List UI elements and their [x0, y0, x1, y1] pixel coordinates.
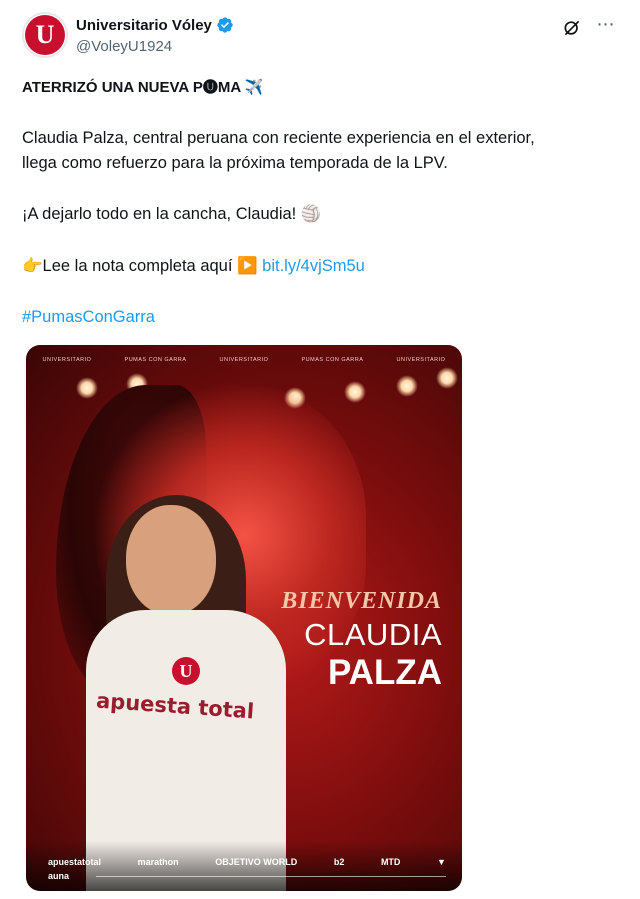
strip-item: PUMAS CON GARRA: [301, 357, 364, 363]
sponsor-logo: OBJETIVO WORLD: [215, 857, 298, 867]
stage-light: [76, 377, 98, 399]
footer-sponsor: auna: [48, 871, 70, 881]
note-prefix: 👉Lee la nota completa aquí ▶️: [22, 257, 258, 275]
stage-light: [344, 381, 366, 403]
universitario-logo: U: [25, 15, 65, 55]
avatar[interactable]: U: [22, 12, 68, 58]
tweet-header: U Universitario Vóley @VoleyU1924 ⋯: [22, 12, 618, 62]
club-crest-icon: ▼: [437, 857, 446, 867]
jersey-badge: U: [172, 657, 200, 685]
tweet-body-line-1: Claudia Palza, central peruana con recie…: [22, 129, 535, 147]
sponsor-logo: b2: [333, 857, 345, 867]
tweet-note-line: 👉Lee la nota completa aquí ▶️ bit.ly/4vj…: [22, 254, 365, 278]
more-icon[interactable]: ⋯: [594, 14, 618, 38]
strip-item: UNIVERSITARIO: [396, 357, 446, 363]
poster-top-strip: UNIVERSITARIO PUMAS CON GARRA UNIVERSITA…: [26, 357, 462, 363]
display-name[interactable]: Universitario Vóley: [76, 17, 212, 34]
welcome-block: BIENVENIDA CLAUDIA PALZA: [281, 588, 442, 693]
strip-item: UNIVERSITARIO: [42, 357, 92, 363]
footer-divider: [96, 876, 446, 877]
verified-badge-icon: [217, 17, 233, 33]
player-last-name: PALZA: [327, 653, 442, 692]
stage-light: [396, 375, 418, 397]
hashtag-link[interactable]: #PumasConGarra: [22, 305, 155, 329]
tweet-body-line-2: llega como refuerzo para la próxima temp…: [22, 154, 448, 172]
sponsor-logo: marathon: [137, 857, 179, 867]
sponsor-logo: apuestatotal: [48, 857, 102, 867]
tweet-headline: ATERRIZÓ UNA NUEVA P🅤MA ✈️: [22, 79, 264, 96]
player-face: [126, 505, 216, 615]
player-first-name: CLAUDIA: [304, 617, 442, 652]
strip-item: UNIVERSITARIO: [219, 357, 269, 363]
tweet-cheer: ¡A dejarlo todo en la cancha, Claudia! 🏐: [22, 205, 322, 223]
welcome-title: BIENVENIDA: [281, 588, 442, 614]
grok-icon[interactable]: [562, 18, 582, 38]
stage-light: [436, 367, 458, 389]
user-handle[interactable]: @VoleyU1924: [76, 38, 172, 55]
tweet-image[interactable]: UNIVERSITARIO PUMAS CON GARRA UNIVERSITA…: [26, 345, 462, 891]
sponsor-row: apuestatotal marathon OBJETIVO WORLD b2 …: [48, 857, 446, 867]
sponsor-logo: MTD: [380, 857, 401, 867]
strip-item: PUMAS CON GARRA: [124, 357, 187, 363]
note-link[interactable]: bit.ly/4vjSm5u: [262, 257, 365, 275]
logo-letter: U: [35, 20, 55, 49]
name-row: Universitario Vóley: [76, 16, 234, 34]
